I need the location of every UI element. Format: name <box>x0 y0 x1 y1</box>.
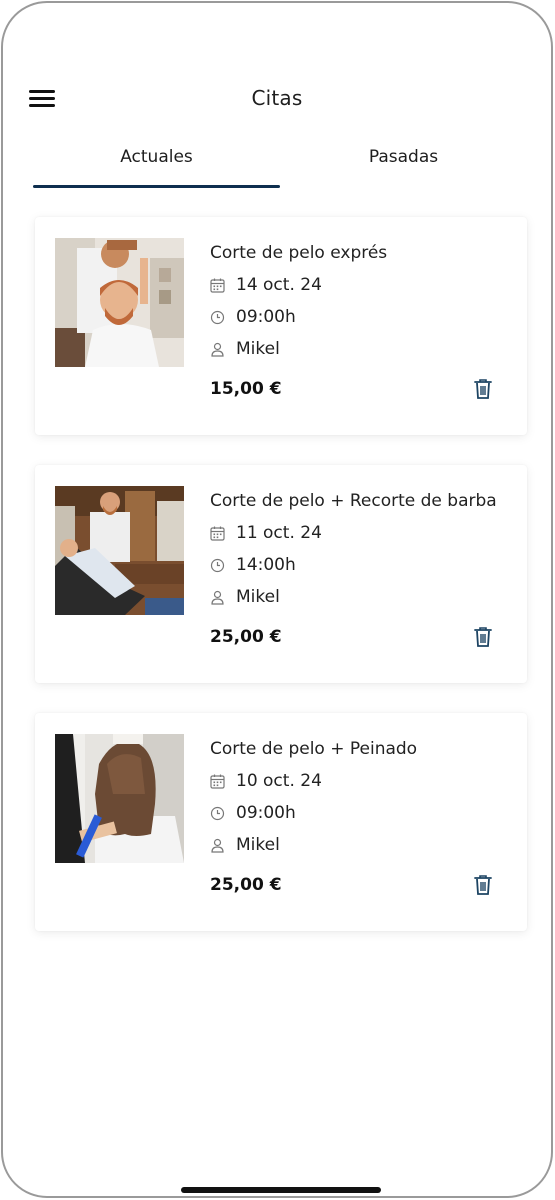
active-tab-indicator <box>33 185 280 188</box>
staff-name: Mikel <box>236 835 280 855</box>
staff-name: Mikel <box>236 587 280 607</box>
service-name: Corte de pelo exprés <box>210 243 388 263</box>
staff-row: Mikel <box>210 581 507 613</box>
clock-icon <box>210 310 236 325</box>
calendar-icon <box>210 526 236 541</box>
page-title: Citas <box>251 86 303 110</box>
date-row: 11 oct. 24 <box>210 517 507 549</box>
person-icon <box>210 342 236 357</box>
trash-icon[interactable] <box>473 378 493 400</box>
phone-frame: Citas Actuales Pasadas Corte de pelo exp… <box>1 1 553 1198</box>
staff-name: Mikel <box>236 339 280 359</box>
date-row: 10 oct. 24 <box>210 765 507 797</box>
trash-icon[interactable] <box>473 874 493 896</box>
appointment-price: 25,00 € <box>210 627 282 647</box>
staff-row: Mikel <box>210 829 507 861</box>
appointment-price: 15,00 € <box>210 379 282 399</box>
tab-pasadas[interactable]: Pasadas <box>280 139 527 189</box>
appointment-date: 11 oct. 24 <box>236 523 322 543</box>
staff-row: Mikel <box>210 333 507 365</box>
home-indicator <box>181 1187 381 1193</box>
appointment-photo <box>55 486 184 615</box>
app-header: Citas <box>3 73 551 125</box>
tab-bar: Actuales Pasadas <box>33 139 527 189</box>
date-row: 14 oct. 24 <box>210 269 507 301</box>
time-row: 14:00h <box>210 549 507 581</box>
tab-actuales[interactable]: Actuales <box>33 139 280 189</box>
appointment-date: 10 oct. 24 <box>236 771 322 791</box>
time-row: 09:00h <box>210 301 507 333</box>
clock-icon <box>210 558 236 573</box>
appointment-date: 14 oct. 24 <box>236 275 322 295</box>
appointment-price: 25,00 € <box>210 875 282 895</box>
appointment-card[interactable]: Corte de pelo exprés 14 oct. 24 09:00h M… <box>35 217 527 435</box>
clock-icon <box>210 806 236 821</box>
person-icon <box>210 590 236 605</box>
appointment-card[interactable]: Corte de pelo + Recorte de barba 11 oct.… <box>35 465 527 683</box>
time-row: 09:00h <box>210 797 507 829</box>
appointment-time: 09:00h <box>236 803 296 823</box>
appointment-time: 09:00h <box>236 307 296 327</box>
appointment-photo <box>55 238 184 367</box>
person-icon <box>210 838 236 853</box>
appointment-card[interactable]: Corte de pelo + Peinado 10 oct. 24 09:00… <box>35 713 527 931</box>
service-name: Corte de pelo + Peinado <box>210 739 418 759</box>
calendar-icon <box>210 278 236 293</box>
appointment-time: 14:00h <box>236 555 296 575</box>
appointment-photo <box>55 734 184 863</box>
service-name: Corte de pelo + Recorte de barba <box>210 491 497 511</box>
trash-icon[interactable] <box>473 626 493 648</box>
calendar-icon <box>210 774 236 789</box>
